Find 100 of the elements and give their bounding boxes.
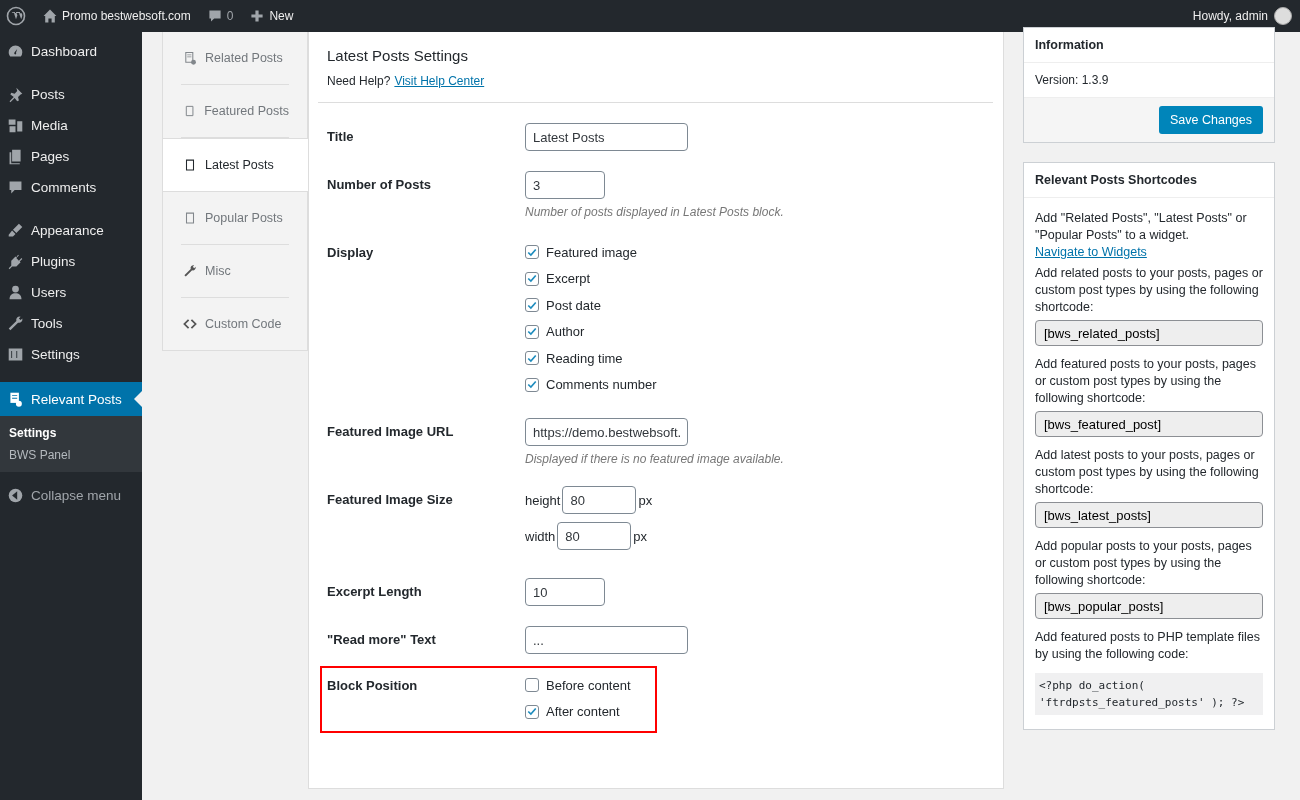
menu-item[interactable]: Tools — [0, 308, 142, 339]
checkbox[interactable] — [525, 377, 539, 392]
menu-item[interactable]: Settings — [0, 339, 142, 370]
code-brackets-icon — [183, 317, 197, 331]
menu-item[interactable]: Relevant Posts — [0, 382, 142, 416]
dimension-label: width — [525, 528, 556, 544]
settings-tab[interactable]: Custom Code — [181, 298, 289, 350]
menu-item[interactable]: Appearance — [0, 215, 142, 246]
checkbox-label: Featured image — [546, 244, 638, 260]
collapse-menu-button[interactable]: Collapse menu — [0, 480, 142, 511]
settings-heading: Latest Posts Settings — [326, 46, 469, 64]
field-label: Display — [327, 244, 375, 262]
shortcode-field[interactable]: [bws_popular_posts] — [1035, 593, 1263, 619]
text-field[interactable]: https://demo.bestwebsoft. — [525, 418, 688, 446]
field-label: Number of Posts — [327, 176, 432, 194]
settings-tab[interactable]: Related Posts — [181, 32, 289, 85]
checkbox-label: Author — [546, 324, 585, 340]
square-icon — [183, 158, 197, 172]
checkbox[interactable] — [525, 298, 539, 313]
checkbox-label: Post date — [546, 297, 601, 313]
description-text: Add "Related Posts", "Latest Posts" or "Popular Posts" to a widget. Navigate to Widgets — [1035, 210, 1248, 261]
menu-item[interactable]: Media — [0, 110, 142, 141]
wrench-icon — [183, 264, 197, 278]
checkbox[interactable] — [525, 704, 539, 719]
gauge-icon — [7, 43, 24, 60]
speech-bubble-icon — [206, 8, 223, 24]
pin-icon — [7, 86, 24, 103]
user-icon — [7, 284, 24, 301]
menu-item[interactable]: Plugins — [0, 246, 142, 277]
unit-label: px — [638, 492, 653, 508]
field-label: Excerpt Length — [327, 583, 423, 601]
menu-item[interactable]: Comments — [0, 172, 142, 203]
checkbox-label: Excerpt — [546, 271, 591, 287]
description-text: Add latest posts to your posts, pages or custom post types by using the following shortcode: — [1035, 447, 1260, 498]
submenu-item[interactable]: Settings — [0, 422, 142, 444]
checkbox-label: Before content — [546, 677, 631, 693]
shortcode-field[interactable]: [bws_related_posts] — [1035, 320, 1263, 346]
checkbox[interactable] — [525, 351, 539, 366]
dimension-label: height — [525, 492, 561, 508]
checkbox[interactable] — [525, 271, 539, 286]
field-label: Title — [327, 128, 355, 146]
new-link[interactable]: New — [241, 0, 302, 32]
brush-icon — [7, 222, 24, 239]
square-icon — [183, 104, 197, 118]
checkbox-label: After content — [546, 704, 620, 720]
checkbox-label: Comments number — [546, 377, 657, 393]
checkbox[interactable] — [525, 678, 539, 693]
text-field[interactable]: 10 — [525, 578, 605, 606]
description-text: Add related posts to your posts, pages or custom post types by using the following shortcode: — [1035, 265, 1263, 316]
shortcode-field[interactable]: [bws_featured_post] — [1035, 411, 1263, 437]
plus-icon — [249, 8, 266, 24]
description-text: Add featured posts to your posts, pages or custom post types by using the following shortcode: — [1035, 356, 1257, 407]
field-label: Featured Image URL — [327, 423, 455, 441]
unit-label: px — [633, 528, 648, 544]
submenu-item[interactable]: BWS Panel — [0, 444, 142, 466]
field-hint: Displayed if there is no featured image available. — [525, 452, 784, 466]
pages-icon — [7, 148, 24, 165]
comments-link[interactable]: 0 — [198, 0, 242, 32]
help-text: Need Help? — [327, 74, 391, 88]
box-title: Relevant Posts Shortcodes — [1024, 163, 1274, 198]
field-label: Block Position — [327, 677, 419, 695]
settings-tab[interactable]: Latest Posts — [163, 138, 308, 192]
save-button[interactable]: Save Changes — [1159, 106, 1263, 134]
speech-bubble-icon — [7, 179, 24, 196]
menu-item[interactable]: Posts — [0, 79, 142, 110]
description-text: Add popular posts to your posts, pages or custom post types by using the following shortcode: — [1035, 538, 1253, 589]
text-field[interactable]: ... — [525, 626, 688, 654]
site-link[interactable]: Promo bestwebsoft.com — [34, 0, 199, 32]
media-icon — [7, 117, 24, 134]
menu-item[interactable]: Pages — [0, 141, 142, 172]
field-hint: Number of posts displayed in Latest Posts block. — [525, 205, 784, 219]
checkbox[interactable] — [525, 324, 539, 339]
field-label: Featured Image Size — [327, 491, 454, 509]
wrench-icon — [7, 315, 24, 332]
menu-item[interactable]: Dashboard — [0, 36, 142, 67]
checkbox[interactable] — [525, 245, 539, 260]
square-icon — [183, 211, 197, 225]
menu-pointer — [134, 391, 142, 407]
field-label: "Read more" Text — [327, 631, 437, 649]
number-field[interactable]: 80 — [557, 522, 632, 550]
text-field[interactable]: Latest Posts — [525, 123, 688, 151]
checkbox-label: Reading time — [546, 350, 623, 366]
menu-item[interactable]: Users — [0, 277, 142, 308]
code-snippet: <?php do_action( 'ftrdpsts_featured_posts' ); ?> — [1035, 673, 1263, 715]
box-title: Information — [1024, 28, 1274, 63]
home-icon — [42, 8, 58, 24]
widgets-link[interactable]: Navigate to Widgets — [1035, 245, 1147, 259]
help-center-link[interactable]: Visit Help Center — [394, 74, 485, 88]
settings-tab[interactable]: Misc — [181, 245, 289, 298]
document-icon — [183, 51, 197, 65]
description-text: Add featured posts to PHP template files by using the following code: — [1035, 629, 1261, 663]
settings-tab[interactable]: Popular Posts — [181, 192, 289, 245]
text-field[interactable]: 3 — [525, 171, 605, 199]
wordpress-logo-icon — [6, 6, 26, 26]
plug-icon — [7, 253, 24, 270]
avatar-placeholder — [1274, 7, 1292, 25]
document-icon — [7, 390, 24, 408]
number-field[interactable]: 80 — [562, 486, 637, 514]
shortcode-field[interactable]: [bws_latest_posts] — [1035, 502, 1263, 528]
sliders-icon — [7, 346, 24, 363]
